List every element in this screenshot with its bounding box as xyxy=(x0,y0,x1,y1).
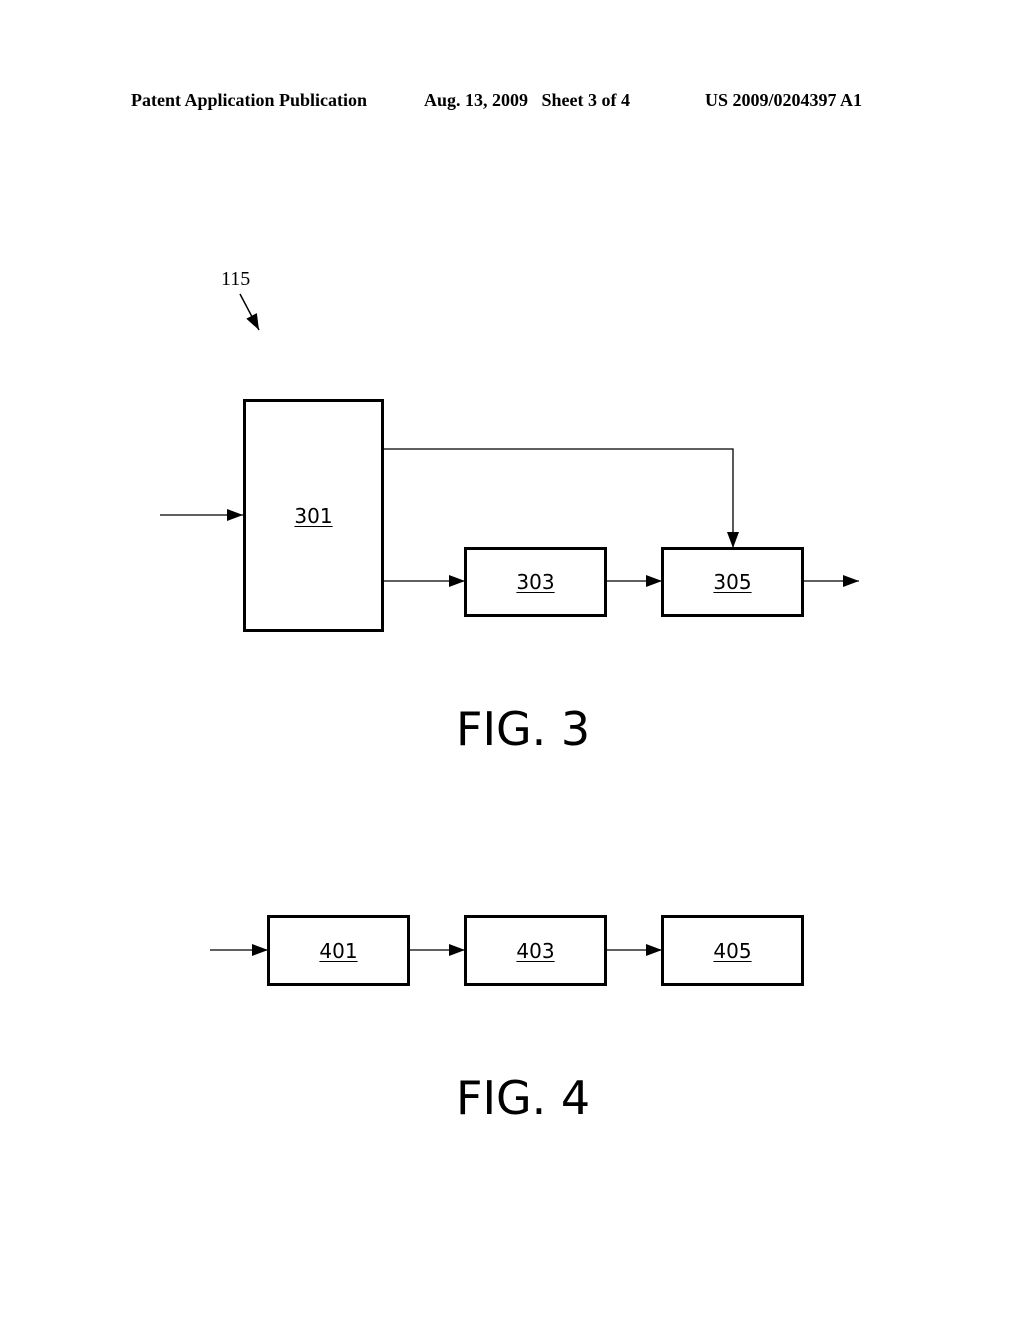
block-301-label: 301 xyxy=(294,503,333,528)
block-305: 305 xyxy=(661,547,804,617)
block-303-label: 303 xyxy=(516,570,555,594)
block-403: 403 xyxy=(464,915,607,986)
reference-numeral-115: 115 xyxy=(221,268,251,290)
block-301: 301 xyxy=(243,399,384,632)
arrow-301-to-305 xyxy=(383,448,739,548)
block-405-label: 405 xyxy=(713,938,752,963)
fig-3-caption: FIG. 3 xyxy=(456,702,591,756)
block-305-label: 305 xyxy=(713,570,752,594)
block-303: 303 xyxy=(464,547,607,617)
block-401-label: 401 xyxy=(319,938,358,963)
reference-leader-arrow xyxy=(239,293,260,331)
fig-4-caption: FIG. 4 xyxy=(456,1071,591,1125)
block-401: 401 xyxy=(267,915,410,986)
block-403-label: 403 xyxy=(516,938,555,963)
block-405: 405 xyxy=(661,915,804,986)
